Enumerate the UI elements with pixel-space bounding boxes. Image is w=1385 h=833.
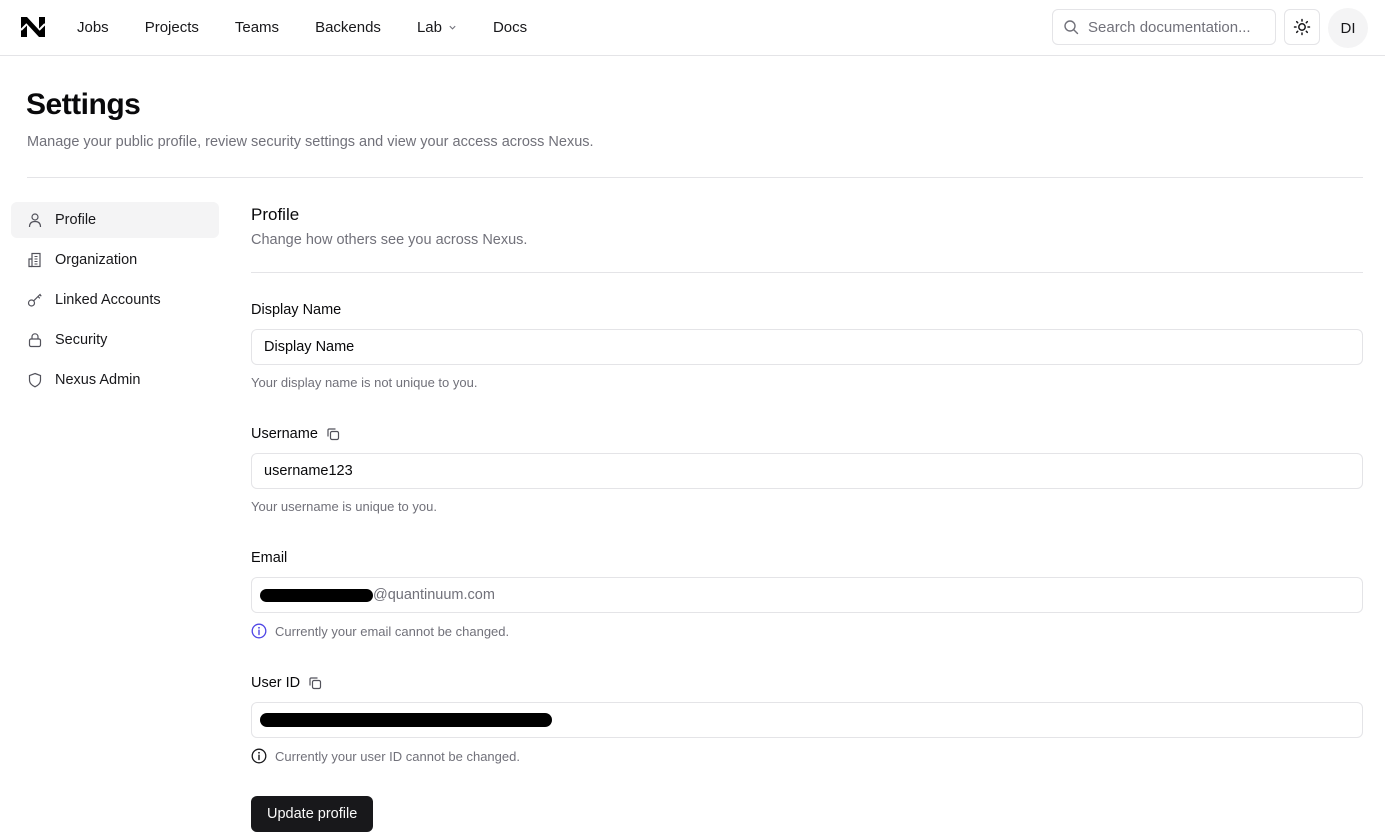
- profile-section: Profile Change how others see you across…: [251, 205, 1363, 832]
- nav-projects-label: Projects: [144, 19, 199, 36]
- user-id-label-text: User ID: [251, 675, 301, 691]
- nav-docs-label: Docs: [492, 19, 528, 36]
- nav-jobs-label: Jobs: [77, 19, 109, 36]
- top-navigation-bar: Jobs Projects Teams Backends Lab Docs DI: [0, 0, 1385, 56]
- section-divider: [251, 272, 1363, 273]
- sidebar-item-nexus-admin[interactable]: Nexus Admin: [11, 362, 219, 398]
- settings-sidebar: Profile Organization Linked Accounts Sec…: [11, 202, 219, 402]
- nav-teams[interactable]: Teams: [235, 19, 279, 36]
- sidebar-item-label: Organization: [55, 252, 138, 268]
- nav-backends[interactable]: Backends: [315, 19, 381, 36]
- sidebar-item-profile[interactable]: Profile: [11, 202, 219, 238]
- sidebar-item-label: Profile: [55, 212, 97, 228]
- display-name-label: Display Name: [251, 301, 1363, 319]
- email-help: Currently your email cannot be changed.: [251, 623, 1363, 639]
- search-input[interactable]: [1088, 18, 1268, 36]
- display-name-help: Your display name is not unique to you.: [251, 375, 1363, 390]
- search-box[interactable]: [1052, 9, 1276, 45]
- avatar-initials: DI: [1340, 19, 1356, 37]
- nav-teams-label: Teams: [234, 19, 280, 36]
- user-id-label: User ID: [251, 674, 1363, 692]
- section-title: Profile: [251, 205, 300, 224]
- email-help-text: Currently your email cannot be changed.: [275, 623, 510, 639]
- username-help: Your username is unique to you.: [251, 499, 1363, 514]
- display-name-field: Display Name Display Name Your display n…: [251, 301, 1363, 390]
- username-label-text: Username: [251, 426, 318, 442]
- username-value: username123: [264, 463, 353, 479]
- page-title: Settings: [26, 88, 141, 121]
- section-subtitle: Change how others see you across Nexus.: [251, 232, 528, 248]
- user-id-input[interactable]: [251, 702, 1363, 738]
- sidebar-item-organization[interactable]: Organization: [11, 242, 219, 278]
- email-domain: @quantinuum.com: [373, 587, 495, 603]
- nexus-logo[interactable]: [20, 16, 46, 38]
- update-profile-button[interactable]: Update profile: [251, 796, 374, 832]
- display-name-value: Display Name: [264, 339, 355, 355]
- main-nav: Jobs Projects Teams Backends Lab Docs: [77, 0, 563, 55]
- copy-icon[interactable]: [326, 427, 340, 441]
- nav-docs[interactable]: Docs: [493, 19, 527, 36]
- email-field: Email @quantinuum.com Currently your ema…: [251, 549, 1363, 639]
- info-icon: [251, 748, 267, 764]
- sidebar-item-security[interactable]: Security: [11, 322, 219, 358]
- nav-jobs[interactable]: Jobs: [77, 19, 109, 36]
- user-id-help-text: Currently your user ID cannot be changed…: [275, 748, 520, 764]
- building-icon: [28, 252, 41, 268]
- user-id-help: Currently your user ID cannot be changed…: [251, 748, 1363, 764]
- header-divider: [27, 177, 1363, 178]
- sidebar-item-label: Security: [55, 332, 108, 348]
- username-input[interactable]: username123: [251, 453, 1363, 489]
- user-id-field: User ID Currently your user ID cannot be…: [251, 674, 1363, 764]
- sun-icon: [1293, 18, 1311, 36]
- email-input[interactable]: @quantinuum.com: [251, 577, 1363, 613]
- email-label: Email: [251, 549, 1363, 567]
- display-name-label-text: Display Name: [251, 302, 342, 318]
- redacted-user-id: [260, 713, 552, 727]
- chevron-down-icon: [449, 25, 456, 30]
- username-help-text: Your username is unique to you.: [251, 499, 437, 514]
- username-label: Username: [251, 425, 1363, 443]
- user-avatar[interactable]: DI: [1328, 8, 1368, 48]
- email-label-text: Email: [251, 550, 288, 566]
- nav-lab-label: Lab: [416, 19, 442, 36]
- shield-icon: [28, 372, 42, 388]
- sidebar-item-label: Linked Accounts: [55, 292, 161, 308]
- nav-projects[interactable]: Projects: [145, 19, 199, 36]
- page-subtitle: Manage your public profile, review secur…: [27, 134, 594, 150]
- user-icon: [28, 213, 42, 228]
- sidebar-item-linked-accounts[interactable]: Linked Accounts: [11, 282, 219, 318]
- nav-lab-dropdown[interactable]: Lab: [417, 19, 457, 36]
- redacted-email-local-part: [260, 588, 373, 602]
- info-icon: [251, 623, 267, 639]
- nav-backends-label: Backends: [315, 19, 381, 36]
- display-name-input[interactable]: Display Name: [251, 329, 1363, 365]
- copy-icon[interactable]: [308, 676, 322, 690]
- search-icon: [1064, 20, 1079, 35]
- username-field: Username username123 Your username is un…: [251, 425, 1363, 514]
- lock-icon: [28, 333, 42, 348]
- sidebar-item-label: Nexus Admin: [55, 372, 141, 388]
- key-icon: [27, 293, 42, 307]
- display-name-help-text: Your display name is not unique to you.: [251, 375, 478, 390]
- theme-toggle-button[interactable]: [1284, 9, 1320, 45]
